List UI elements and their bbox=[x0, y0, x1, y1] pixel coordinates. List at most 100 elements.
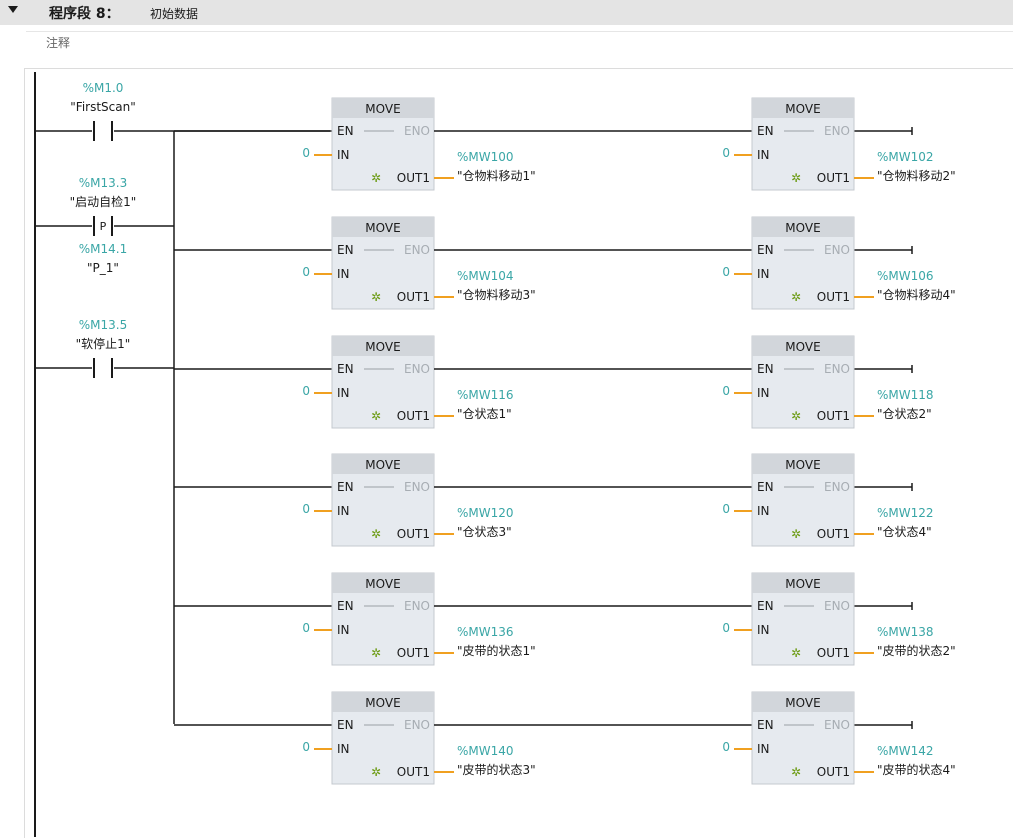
out-star-icon: ✲ bbox=[371, 409, 381, 423]
eno-pin-label: ENO bbox=[824, 362, 850, 376]
out-pin-label: OUT1 bbox=[817, 409, 850, 423]
out-symbol[interactable]: "皮带的状态2" bbox=[877, 643, 956, 658]
in-value[interactable]: 0 bbox=[302, 502, 310, 516]
in-pin-label: IN bbox=[337, 386, 350, 400]
in-pin-label: IN bbox=[337, 267, 350, 281]
edge-label: P bbox=[100, 220, 107, 233]
out-address[interactable]: %MW122 bbox=[877, 506, 934, 520]
out-pin-label: OUT1 bbox=[817, 527, 850, 541]
in-value[interactable]: 0 bbox=[722, 146, 730, 160]
in-pin-label: IN bbox=[337, 623, 350, 637]
eno-pin-label: ENO bbox=[404, 124, 430, 138]
en-pin-label: EN bbox=[757, 599, 774, 613]
en-pin-label: EN bbox=[757, 362, 774, 376]
out-address[interactable]: %MW140 bbox=[457, 744, 514, 758]
in-pin-label: IN bbox=[757, 386, 770, 400]
in-pin-label: IN bbox=[757, 623, 770, 637]
contact-no-icon[interactable] bbox=[93, 121, 113, 141]
out-symbol[interactable]: "皮带的状态1" bbox=[457, 643, 536, 658]
contact-symbol: "软停止1" bbox=[76, 336, 131, 351]
out-address[interactable]: %MW138 bbox=[877, 625, 934, 639]
out-address[interactable]: %MW118 bbox=[877, 388, 934, 402]
out-address[interactable]: %MW106 bbox=[877, 269, 934, 283]
eno-pin-label: ENO bbox=[404, 243, 430, 257]
move-block-title: MOVE bbox=[365, 577, 400, 591]
out-pin-label: OUT1 bbox=[397, 171, 430, 185]
out-star-icon: ✲ bbox=[791, 765, 801, 779]
out-symbol[interactable]: "皮带的状态4" bbox=[877, 762, 956, 777]
in-value[interactable]: 0 bbox=[722, 740, 730, 754]
en-pin-label: EN bbox=[757, 480, 774, 494]
en-pin-label: EN bbox=[757, 124, 774, 138]
in-value[interactable]: 0 bbox=[302, 384, 310, 398]
out-pin-label: OUT1 bbox=[817, 171, 850, 185]
eno-pin-label: ENO bbox=[824, 124, 850, 138]
out-star-icon: ✲ bbox=[791, 171, 801, 185]
in-value[interactable]: 0 bbox=[722, 265, 730, 279]
out-symbol[interactable]: "仓状态4" bbox=[877, 525, 932, 539]
move-block-title: MOVE bbox=[365, 696, 400, 710]
eno-pin-label: ENO bbox=[824, 480, 850, 494]
out-star-icon: ✲ bbox=[371, 290, 381, 304]
out-symbol[interactable]: "仓物料移动3" bbox=[457, 288, 536, 302]
in-pin-label: IN bbox=[757, 504, 770, 518]
out-symbol[interactable]: "仓状态2" bbox=[877, 407, 932, 421]
out-pin-label: OUT1 bbox=[817, 765, 850, 779]
contact-address: %M1.0 bbox=[83, 81, 124, 95]
move-block-title: MOVE bbox=[785, 221, 820, 235]
out-address[interactable]: %MW142 bbox=[877, 744, 934, 758]
in-pin-label: IN bbox=[337, 504, 350, 518]
contact-address: %M13.3 bbox=[79, 176, 127, 190]
out-address[interactable]: %MW120 bbox=[457, 506, 514, 520]
out-symbol[interactable]: "仓物料移动2" bbox=[877, 169, 956, 183]
eno-pin-label: ENO bbox=[404, 599, 430, 613]
move-block-title: MOVE bbox=[785, 577, 820, 591]
out-symbol[interactable]: "仓物料移动4" bbox=[877, 288, 956, 302]
move-block-title: MOVE bbox=[785, 340, 820, 354]
en-pin-label: EN bbox=[337, 718, 354, 732]
out-star-icon: ✲ bbox=[371, 527, 381, 541]
in-pin-label: IN bbox=[757, 148, 770, 162]
out-pin-label: OUT1 bbox=[397, 290, 430, 304]
en-pin-label: EN bbox=[337, 362, 354, 376]
en-pin-label: EN bbox=[337, 599, 354, 613]
out-symbol[interactable]: "仓状态1" bbox=[457, 407, 512, 421]
eno-pin-label: ENO bbox=[404, 362, 430, 376]
move-block-title: MOVE bbox=[365, 102, 400, 116]
eno-pin-label: ENO bbox=[824, 718, 850, 732]
in-value[interactable]: 0 bbox=[302, 146, 310, 160]
out-address[interactable]: %MW102 bbox=[877, 150, 934, 164]
in-pin-label: IN bbox=[757, 742, 770, 756]
in-pin-label: IN bbox=[337, 742, 350, 756]
en-pin-label: EN bbox=[337, 243, 354, 257]
out-address[interactable]: %MW136 bbox=[457, 625, 514, 639]
in-value[interactable]: 0 bbox=[722, 384, 730, 398]
out-address[interactable]: %MW104 bbox=[457, 269, 514, 283]
in-value[interactable]: 0 bbox=[302, 621, 310, 635]
out-symbol[interactable]: "皮带的状态3" bbox=[457, 762, 536, 777]
out-pin-label: OUT1 bbox=[397, 646, 430, 660]
out-star-icon: ✲ bbox=[371, 765, 381, 779]
out-pin-label: OUT1 bbox=[397, 765, 430, 779]
out-pin-label: OUT1 bbox=[397, 527, 430, 541]
move-block-title: MOVE bbox=[785, 696, 820, 710]
move-block-title: MOVE bbox=[785, 102, 820, 116]
in-value[interactable]: 0 bbox=[302, 740, 310, 754]
in-value[interactable]: 0 bbox=[302, 265, 310, 279]
en-pin-label: EN bbox=[757, 718, 774, 732]
out-symbol[interactable]: "仓物料移动1" bbox=[457, 169, 536, 183]
out-address[interactable]: %MW116 bbox=[457, 388, 514, 402]
ladder-diagram: %M1.0 "FirstScan" %M13.3 "启动自检1" P %M14.… bbox=[34, 72, 956, 837]
out-pin-label: OUT1 bbox=[817, 290, 850, 304]
out-symbol[interactable]: "仓状态3" bbox=[457, 525, 512, 539]
eno-pin-label: ENO bbox=[404, 480, 430, 494]
in-value[interactable]: 0 bbox=[722, 502, 730, 516]
contact-symbol: "启动自检1" bbox=[70, 194, 137, 209]
contact-no-icon[interactable] bbox=[93, 358, 113, 378]
eno-pin-label: ENO bbox=[404, 718, 430, 732]
out-address[interactable]: %MW100 bbox=[457, 150, 514, 164]
move-block-title: MOVE bbox=[365, 458, 400, 472]
en-pin-label: EN bbox=[337, 480, 354, 494]
move-block-title: MOVE bbox=[785, 458, 820, 472]
in-value[interactable]: 0 bbox=[722, 621, 730, 635]
